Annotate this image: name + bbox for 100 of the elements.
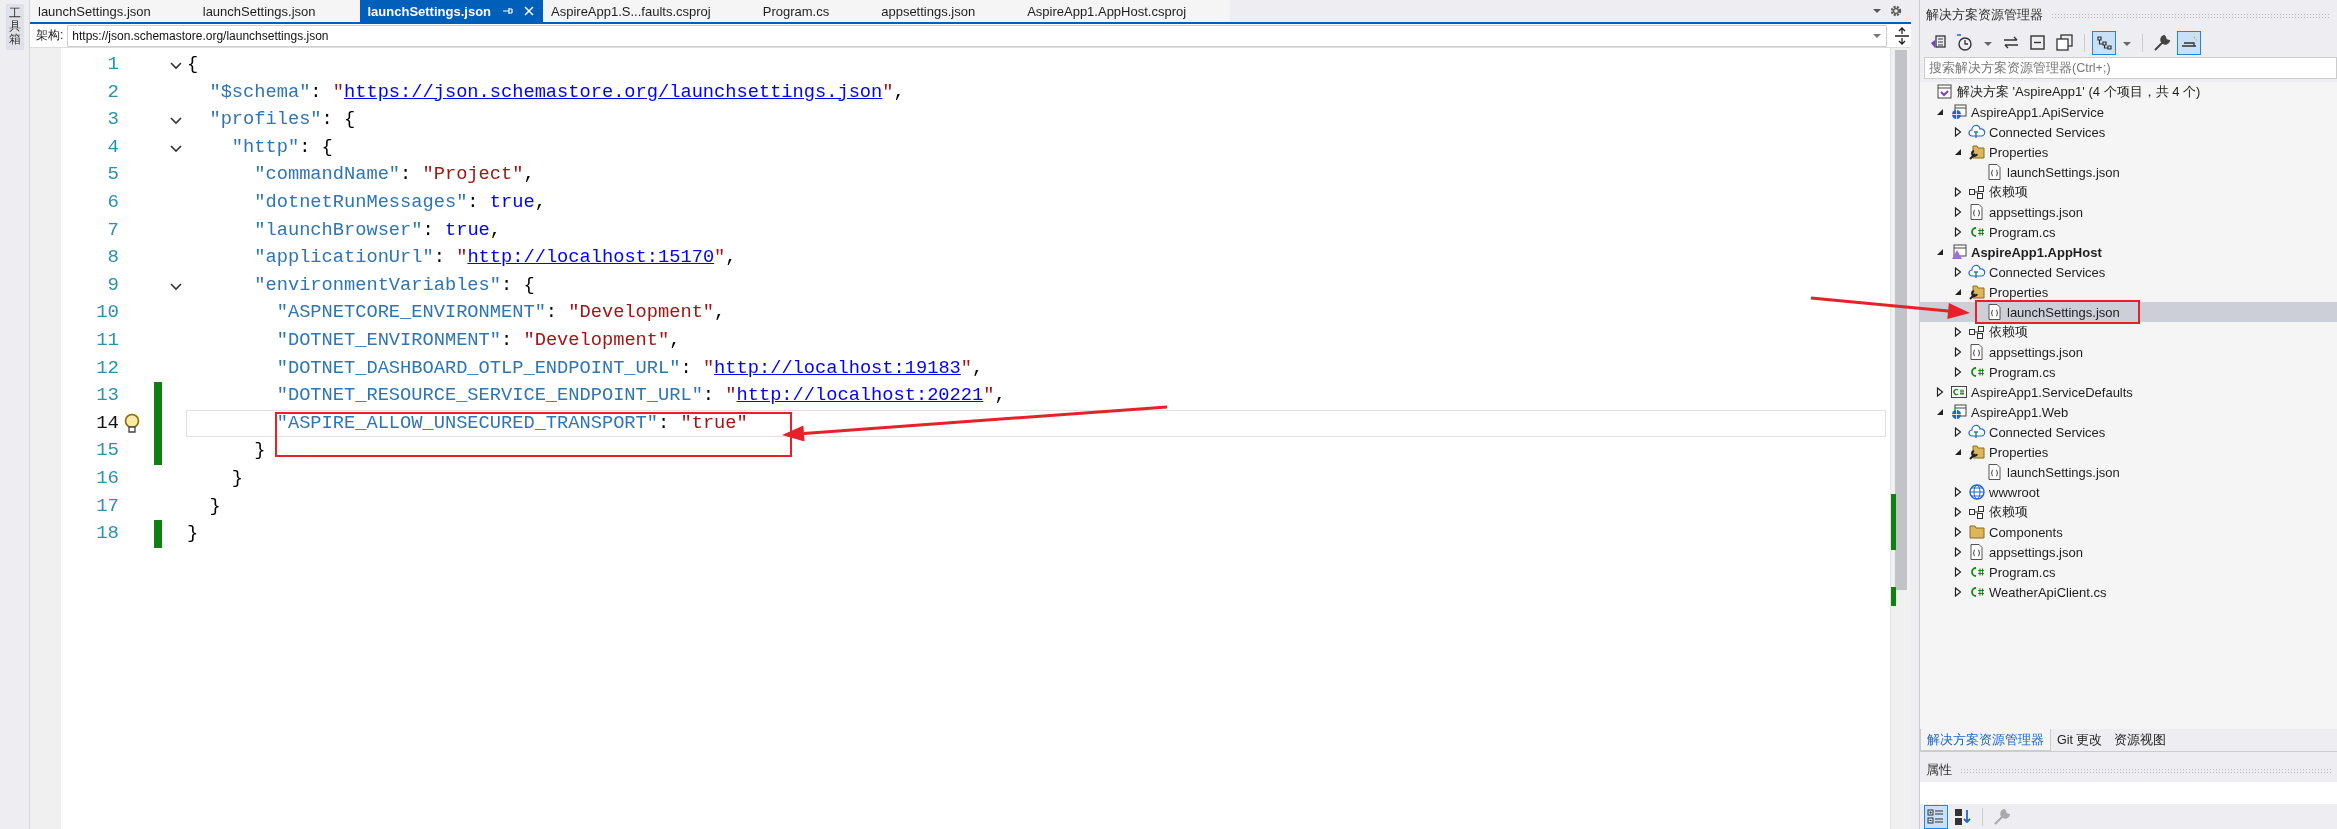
file-tab[interactable]: Program.cs — [754, 0, 874, 22]
link[interactable]: http://localhost:19183 — [714, 356, 961, 379]
file-tab[interactable]: launchSettings.json — [194, 0, 360, 22]
collapsed-arrow-icon[interactable] — [1952, 567, 1963, 577]
line-number: 2 — [106, 79, 119, 105]
tree-item[interactable]: AspireApp1.ServiceDefaults — [1920, 382, 2337, 402]
toolbox-tab[interactable]: 工具箱 — [5, 4, 24, 50]
tree-item[interactable]: appsettings.json — [1920, 342, 2337, 362]
code-line: "commandName": "Project", — [253, 162, 536, 188]
schema-dropdown[interactable]: https://json.schemastore.org/launchsettings.json — [67, 24, 1887, 47]
tree-item[interactable]: 解决方案 'AspireApp1' (4 个项目，共 4 个) — [1920, 82, 2337, 102]
code-line: } — [186, 521, 200, 547]
panel-tab[interactable]: 资源视图 — [2108, 729, 2173, 751]
code-line: { — [186, 52, 200, 77]
collapsed-arrow-icon[interactable] — [1952, 327, 1963, 337]
braces-file-icon — [1986, 463, 2004, 481]
scrollbar[interactable] — [1890, 48, 1911, 829]
tree-item[interactable]: 依赖项 — [1920, 322, 2337, 342]
settings-icon[interactable] — [1889, 4, 1903, 18]
line-number: 9 — [106, 272, 119, 298]
tree-item[interactable]: Properties — [1920, 142, 2337, 162]
cloud-icon — [1968, 123, 1986, 141]
search-field[interactable]: 搜索解决方案资源管理器(Ctrl+;) — [1924, 57, 2337, 79]
tree-item[interactable]: AspireApp1.ApiService — [1920, 102, 2337, 122]
globe-window-icon — [1950, 103, 1968, 121]
collapsed-arrow-icon[interactable] — [1952, 347, 1963, 357]
collapsed-arrow-icon[interactable] — [1952, 127, 1963, 137]
tree-item[interactable]: Properties — [1920, 282, 2337, 302]
globe-window-icon — [1950, 403, 1968, 421]
collapsed-arrow-icon[interactable] — [1952, 427, 1963, 437]
tree-item[interactable]: Program.cs — [1920, 562, 2337, 582]
collapsed-arrow-icon[interactable] — [1952, 527, 1963, 537]
collapsed-arrow-icon[interactable] — [1952, 547, 1963, 557]
panel-tab[interactable]: 解决方案资源管理器 — [1920, 729, 2051, 751]
line-number: 8 — [106, 245, 119, 271]
file-tab[interactable]: launchSettings.json — [30, 0, 195, 22]
collapsed-arrow-icon[interactable] — [1952, 507, 1963, 517]
line-number: 17 — [95, 493, 119, 519]
pin-icon[interactable] — [501, 5, 513, 17]
file-tab[interactable]: AspireApp1.S...faults.csproj — [543, 0, 755, 22]
tree-item[interactable]: launchSettings.json — [1920, 302, 2337, 322]
braces-file-icon — [1968, 343, 1986, 361]
tree-item[interactable]: launchSettings.json — [1920, 462, 2337, 482]
line-number: 13 — [95, 383, 119, 409]
tree-item[interactable]: Connected Services — [1920, 262, 2337, 282]
tree-item[interactable]: AspireApp1.AppHost — [1920, 242, 2337, 262]
change-mark — [1891, 494, 1896, 550]
link[interactable]: http://localhost:20221 — [736, 384, 984, 407]
panel-tab[interactable]: Git 更改 — [2051, 729, 2109, 751]
file-tab[interactable]: appsettings.json — [873, 0, 1020, 22]
tree-item[interactable]: WeatherApiClient.cs — [1920, 582, 2337, 602]
code-line: "$schema": "https://json.schemastore.org/launchsettings.json", — [208, 79, 906, 105]
code-line: "applicationUrl": "http://localhost:15170", — [253, 245, 738, 271]
line-number: 18 — [95, 521, 119, 547]
wrench-folder-icon — [1968, 443, 1986, 461]
close-icon[interactable] — [523, 5, 535, 17]
tree-item[interactable]: AspireApp1.Web — [1920, 402, 2337, 422]
csharp-project-icon — [1950, 383, 1968, 401]
collapsed-arrow-icon[interactable] — [1952, 367, 1963, 377]
scrollbar-thumb[interactable] — [1895, 50, 1907, 590]
tree-item[interactable]: appsettings.json — [1920, 202, 2337, 222]
code-line: "DOTNET_RESOURCE_SERVICE_ENDPOINT_URL": "http://localhost:20221", — [275, 383, 1007, 409]
link[interactable]: https://json.schemastore.org/launchsettings.json — [344, 80, 883, 103]
preview-icon[interactable] — [2177, 31, 2201, 55]
line-number: 12 — [95, 355, 119, 381]
tree-item[interactable]: Connected Services — [1920, 422, 2337, 442]
collapsed-arrow-icon[interactable] — [1952, 207, 1963, 217]
tree-item[interactable]: 依赖项 — [1920, 182, 2337, 202]
tree-item[interactable]: Components — [1920, 522, 2337, 542]
tree-icon[interactable] — [2092, 31, 2116, 55]
tree-item[interactable]: 依赖项 — [1920, 502, 2337, 522]
collapsed-arrow-icon[interactable] — [1952, 487, 1963, 497]
split-icon[interactable] — [1893, 26, 1911, 45]
file-tab[interactable]: AspireApp1.AppHost.csproj — [1019, 0, 1231, 22]
collapsed-arrow-icon[interactable] — [1952, 227, 1963, 237]
braces-file-icon — [1986, 163, 2004, 181]
window-triangle-icon — [1950, 243, 1968, 261]
link[interactable]: http://localhost:15170 — [467, 246, 715, 269]
lightbulb-icon[interactable] — [122, 412, 142, 435]
tree-item[interactable]: appsettings.json — [1920, 542, 2337, 562]
code-line: "environmentVariables": { — [253, 272, 536, 298]
cloud-icon — [1968, 423, 1986, 441]
code-line: "ASPNETCORE_ENVIRONMENT": "Development", — [275, 300, 727, 326]
collapsed-arrow-icon[interactable] — [1952, 187, 1963, 197]
tree-item[interactable]: Program.cs — [1920, 222, 2337, 242]
tree-item[interactable]: wwwroot — [1920, 482, 2337, 502]
line-number: 11 — [95, 327, 119, 353]
code-line: "dotnetRunMessages": true, — [253, 189, 547, 215]
collapsed-arrow-icon[interactable] — [1952, 267, 1963, 277]
line-number: 10 — [95, 300, 119, 326]
tree-item[interactable]: Connected Services — [1920, 122, 2337, 142]
linked-boxes-icon — [1968, 323, 1986, 341]
collapsed-arrow-icon[interactable] — [1952, 587, 1963, 597]
collapsed-arrow-icon[interactable] — [1934, 387, 1945, 397]
braces-file-icon — [1968, 203, 1986, 221]
tree-item[interactable]: Program.cs — [1920, 362, 2337, 382]
tree-item[interactable]: Properties — [1920, 442, 2337, 462]
line-number: 6 — [106, 189, 119, 215]
tree-item[interactable]: launchSettings.json — [1920, 162, 2337, 182]
file-tab[interactable]: launchSettings.json — [359, 0, 543, 22]
